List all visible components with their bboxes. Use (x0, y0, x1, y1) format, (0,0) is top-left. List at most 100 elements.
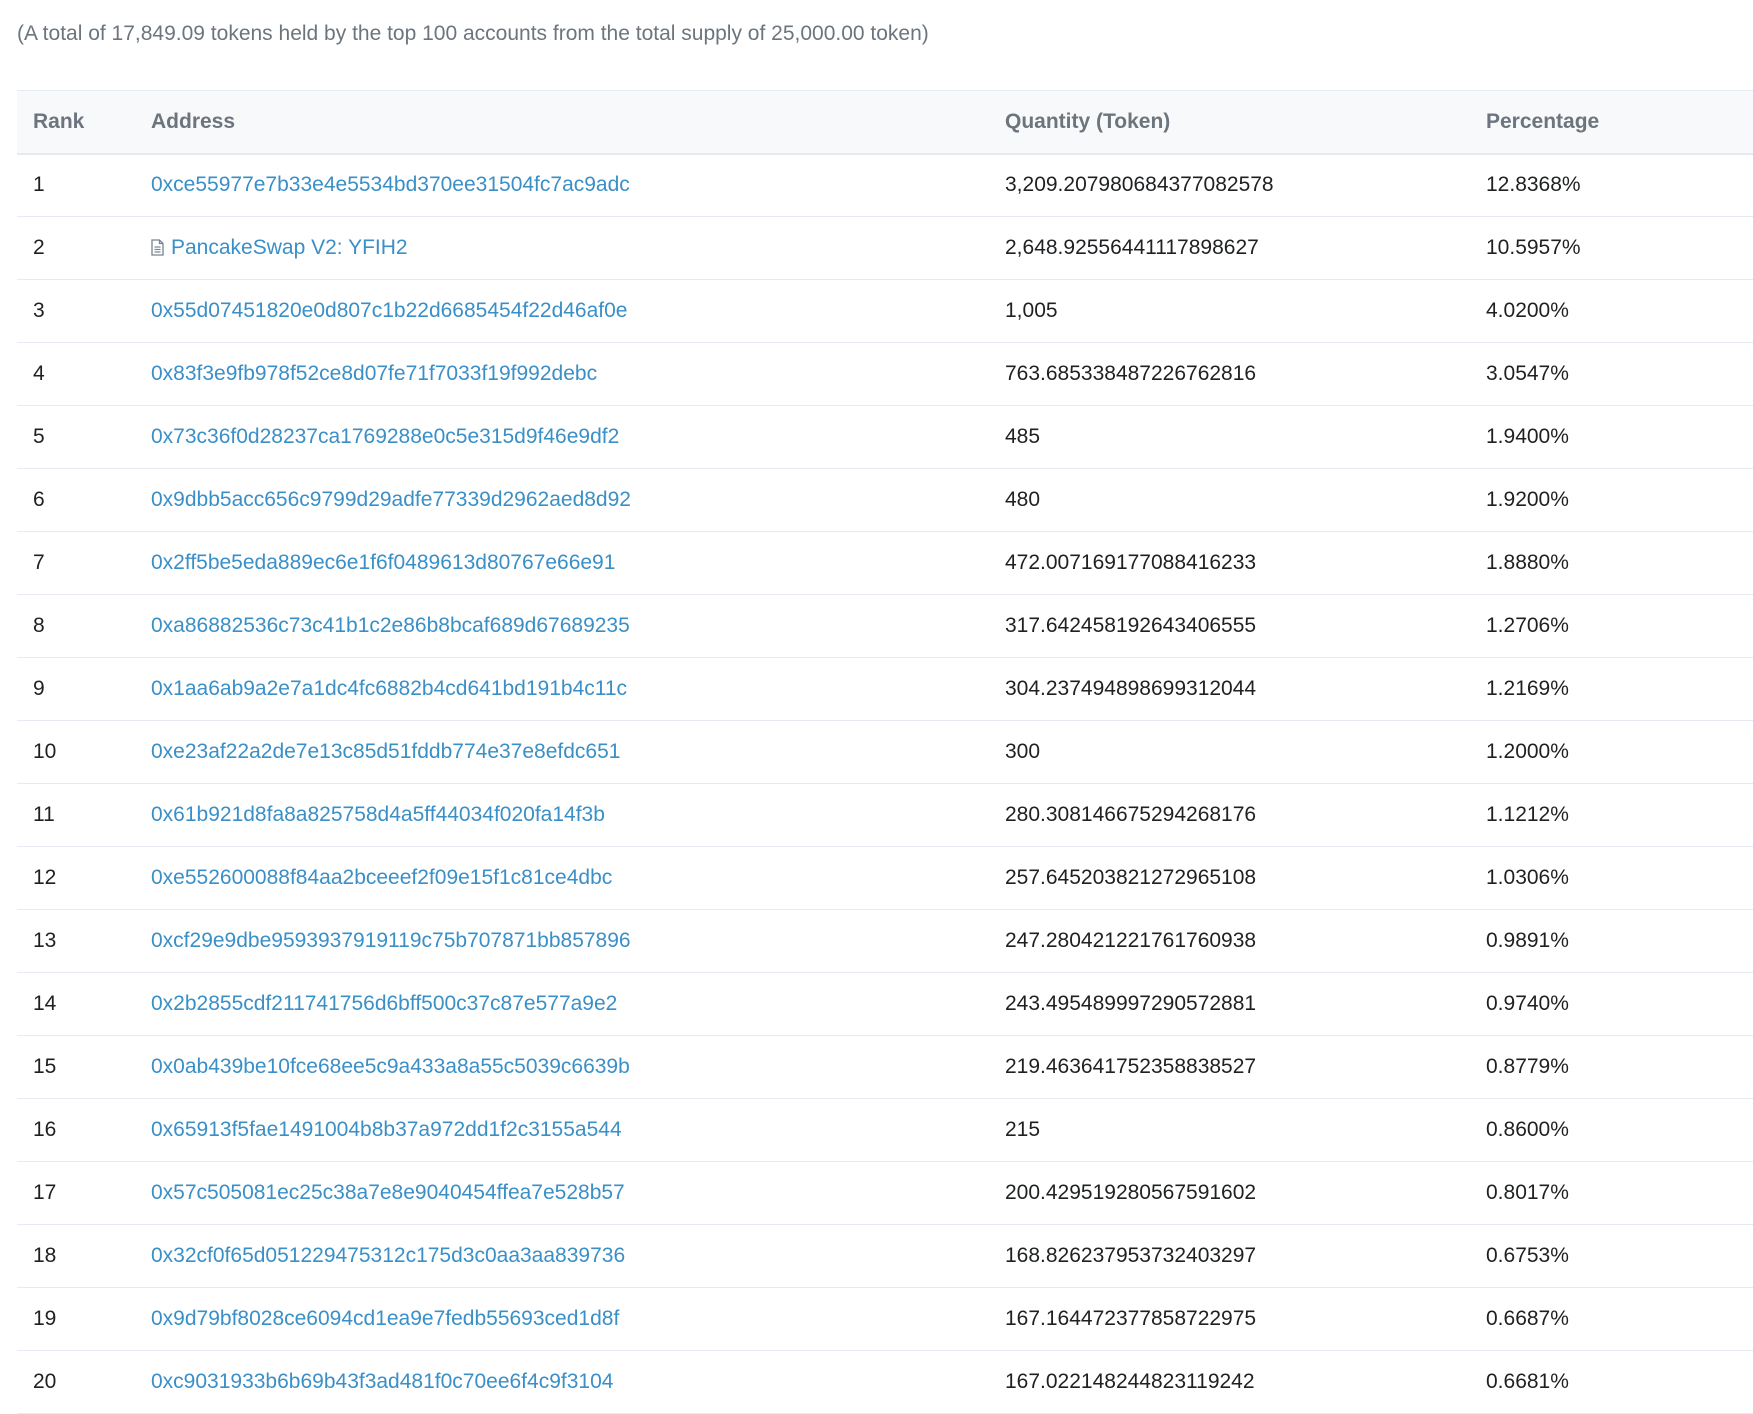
address-cell: 0xc9031933b6b69b43f3ad481f0c70ee6f4c9f31… (135, 1351, 989, 1414)
percentage-cell: 10.5957% (1486, 236, 1581, 259)
address-link[interactable]: 0xe552600088f84aa2bceeef2f09e15f1c81ce4d… (151, 866, 612, 889)
address-text: 0x55d07451820e0d807c1b22d6685454f22d46af… (151, 299, 628, 322)
address-link[interactable]: 0x2b2855cdf211741756d6bff500c37c87e577a9… (151, 992, 617, 1015)
address-link[interactable]: 0x55d07451820e0d807c1b22d6685454f22d46af… (151, 299, 627, 322)
percentage-cell: 0.8017% (1486, 1181, 1569, 1204)
rank-cell: 4 (33, 362, 45, 385)
quantity-cell: 167.022148244823119242 (1005, 1370, 1255, 1393)
table-row: 7 0x2ff5be5eda889ec6e1f6f0489613d80767e66… (17, 532, 1753, 595)
quantity-cell: 472.007169177088416233 (1005, 551, 1257, 574)
address-text: 0xcf29e9dbe9593937919119c75b707871bb8578… (151, 929, 631, 952)
address-text: 0xa86882536c73c41b1c2e86b8bcaf689d676892… (151, 614, 630, 637)
address-text: 0x9dbb5acc656c9799d29adfe77339d2962aed8d… (151, 488, 631, 511)
address-cell: 0x0ab439be10fce68ee5c9a433a8a55c5039c663… (135, 1036, 989, 1099)
address-cell: 0x1aa6ab9a2e7a1dc4fc6882b4cd641bd191b4c1… (135, 658, 989, 721)
address-link[interactable]: 0x0ab439be10fce68ee5c9a433a8a55c5039c663… (151, 1055, 630, 1078)
percentage-cell: 0.6687% (1486, 1307, 1569, 1330)
percentage-cell: 0.8779% (1486, 1055, 1569, 1078)
quantity-cell: 763.685338487226762816 (1005, 362, 1257, 385)
quantity-cell: 215 (1005, 1118, 1041, 1141)
rank-cell: 13 (33, 929, 57, 952)
rank-cell: 15 (33, 1055, 57, 1078)
percentage-cell: 0.8600% (1486, 1118, 1569, 1141)
address-cell: 0x2ff5be5eda889ec6e1f6f0489613d80767e66e… (135, 532, 989, 595)
quantity-cell: 243.495489997290572881 (1005, 992, 1257, 1015)
quantity-cell: 300 (1005, 740, 1041, 763)
table-row: 3 0x55d07451820e0d807c1b22d6685454f22d46a… (17, 280, 1753, 343)
rank-cell: 18 (33, 1244, 57, 1267)
percentage-cell: 1.2706% (1486, 614, 1569, 637)
address-link[interactable]: 0x2ff5be5eda889ec6e1f6f0489613d80767e66e… (151, 551, 615, 574)
address-link[interactable]: 0xa86882536c73c41b1c2e86b8bcaf689d676892… (151, 614, 630, 637)
holders-summary: (A total of 17,849.09 tokens held by the… (17, 22, 929, 45)
address-text: 0x9d79bf8028ce6094cd1ea9e7fedb55693ced1d… (151, 1307, 620, 1330)
table-row: 17 0x57c505081ec25c38a7e8e9040454ffea7e52… (17, 1162, 1753, 1225)
table-row: 5 0x73c36f0d28237ca1769288e0c5e315d9f46e9… (17, 406, 1753, 469)
address-cell: 0x65913f5fae1491004b8b37a972dd1f2c3155a5… (135, 1099, 989, 1162)
quantity-cell: 219.463641752358838527 (1005, 1055, 1257, 1078)
address-link[interactable]: 0x9dbb5acc656c9799d29adfe77339d2962aed8d… (151, 488, 631, 511)
table-row: 12 0xe552600088f84aa2bceeef2f09e15f1c81ce… (17, 847, 1753, 910)
quantity-cell: 280.308146675294268176 (1005, 803, 1257, 826)
table-row: 10 0xe23af22a2de7e13c85d51fddb774e37e8efd… (17, 721, 1753, 784)
percentage-cell: 0.9740% (1486, 992, 1569, 1015)
rank-cell: 1 (33, 173, 45, 197)
percentage-cell: 12.8368% (1486, 173, 1581, 197)
address-link[interactable]: 0x1aa6ab9a2e7a1dc4fc6882b4cd641bd191b4c1… (151, 677, 627, 700)
rank-cell: 11 (33, 803, 55, 826)
address-link[interactable]: 0xcf29e9dbe9593937919119c75b707871bb8578… (151, 929, 631, 952)
table-row: 16 0x65913f5fae1491004b8b37a972dd1f2c3155… (17, 1099, 1753, 1162)
address-text: 0x65913f5fae1491004b8b37a972dd1f2c3155a5… (151, 1118, 622, 1141)
address-link[interactable]: 0xe23af22a2de7e13c85d51fddb774e37e8efdc6… (151, 740, 620, 763)
table-row: 18 0x32cf0f65d051229475312c175d3c0aa3aa83… (17, 1225, 1753, 1288)
address-cell: 0x73c36f0d28237ca1769288e0c5e315d9f46e9d… (135, 406, 989, 469)
address-cell: 0x9dbb5acc656c9799d29adfe77339d2962aed8d… (135, 469, 989, 532)
percentage-cell: 1.2169% (1486, 677, 1569, 700)
address-cell: PancakeSwap V2: YFIH2 (135, 217, 989, 280)
address-text: 0xe23af22a2de7e13c85d51fddb774e37e8efdc6… (151, 740, 621, 763)
address-cell: 0xce55977e7b33e4e5534bd370ee31504fc7ac9a… (135, 154, 989, 217)
address-text: 0x61b921d8fa8a825758d4a5ff44034f020fa14f… (151, 803, 605, 826)
address-link[interactable]: 0x73c36f0d28237ca1769288e0c5e315d9f46e9d… (151, 425, 619, 448)
header-rank: Rank (33, 109, 85, 133)
address-cell: 0x9d79bf8028ce6094cd1ea9e7fedb55693ced1d… (135, 1288, 989, 1351)
rank-cell: 16 (33, 1118, 57, 1141)
address-text: 0x57c505081ec25c38a7e8e9040454ffea7e528b… (151, 1181, 625, 1204)
percentage-cell: 1.9400% (1486, 425, 1569, 448)
quantity-cell: 247.280421221761760938 (1005, 929, 1257, 952)
address-text: 0x2ff5be5eda889ec6e1f6f0489613d80767e66e… (151, 551, 616, 574)
address-link[interactable]: 0x61b921d8fa8a825758d4a5ff44034f020fa14f… (151, 803, 605, 826)
rank-cell: 7 (33, 551, 45, 574)
header-address: Address (151, 109, 236, 133)
address-cell: 0x57c505081ec25c38a7e8e9040454ffea7e528b… (135, 1162, 989, 1225)
percentage-cell: 1.9200% (1486, 488, 1569, 511)
address-link[interactable]: 0xce55977e7b33e4e5534bd370ee31504fc7ac9a… (151, 173, 630, 196)
quantity-cell: 1,005 (1005, 299, 1058, 322)
rank-cell: 9 (33, 677, 45, 700)
table-row: 11 0x61b921d8fa8a825758d4a5ff44034f020fa1… (17, 784, 1753, 847)
quantity-cell: 2,648.92556441117898627 (1005, 236, 1259, 259)
address-text: 0xce55977e7b33e4e5534bd370ee31504fc7ac9a… (151, 173, 630, 197)
rank-cell: 12 (33, 866, 57, 889)
table-row: 4 0x83f3e9fb978f52ce8d07fe71f7033f19f992d… (17, 343, 1753, 406)
table-row: 2 PancakeSwap V2: YFIH2 2,648.925564411178… (17, 217, 1753, 280)
percentage-cell: 4.0200% (1486, 299, 1569, 322)
percentage-cell: 0.6681% (1486, 1370, 1569, 1393)
percentage-cell: 0.9891% (1486, 929, 1569, 952)
address-link[interactable]: 0x65913f5fae1491004b8b37a972dd1f2c3155a5… (151, 1118, 622, 1141)
contract-address-link[interactable]: PancakeSwap V2: YFIH2 (151, 236, 408, 259)
table-row: 1 0xce55977e7b33e4e5534bd370ee31504fc7ac9… (17, 154, 1753, 217)
table-row: 6 0x9dbb5acc656c9799d29adfe77339d2962aed8… (17, 469, 1753, 532)
percentage-cell: 0.6753% (1486, 1244, 1569, 1267)
address-link[interactable]: 0x32cf0f65d051229475312c175d3c0aa3aa8397… (151, 1244, 625, 1267)
address-link[interactable]: 0x57c505081ec25c38a7e8e9040454ffea7e528b… (151, 1181, 625, 1204)
header-quantity: Quantity (Token) (1005, 109, 1171, 133)
rank-cell: 2 (33, 236, 45, 259)
address-cell: 0x55d07451820e0d807c1b22d6685454f22d46af… (135, 280, 989, 343)
address-link[interactable]: 0xc9031933b6b69b43f3ad481f0c70ee6f4c9f31… (151, 1370, 613, 1393)
quantity-cell: 304.237494898699312044 (1005, 677, 1257, 700)
table-row: 13 0xcf29e9dbe9593937919119c75b707871bb85… (17, 910, 1753, 973)
token-holders-table: Rank Address Quantity (Token) Percentage… (17, 90, 1753, 1414)
address-link[interactable]: 0x83f3e9fb978f52ce8d07fe71f7033f19f992de… (151, 362, 597, 385)
address-link[interactable]: 0x9d79bf8028ce6094cd1ea9e7fedb55693ced1d… (151, 1307, 619, 1330)
